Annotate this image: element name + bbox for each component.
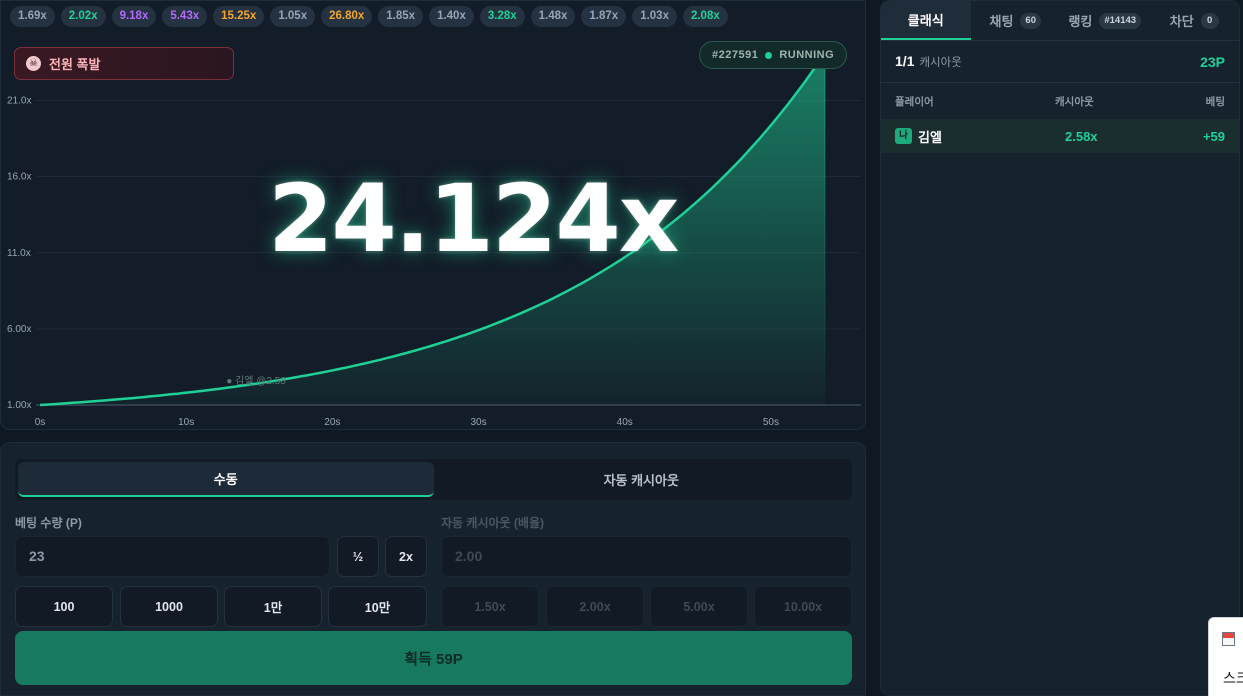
history-pill[interactable]: 1.05x	[270, 6, 316, 27]
history-pill[interactable]: 2.02x	[60, 6, 106, 27]
y-tick-label: 1.00x	[7, 400, 31, 411]
auto-cashout-input[interactable]: 2.00	[441, 536, 852, 577]
tab-classic[interactable]: 클래식	[881, 1, 971, 40]
col-cashout: 캐시아웃	[1055, 95, 1094, 108]
running-dot-icon	[765, 51, 773, 59]
history-pill[interactable]: 2.08x	[682, 6, 728, 27]
side-panel: 클래식 채팅 60 랭킹 #14143 차단 0 1/1 캐시아웃 23P 플레이…	[880, 0, 1240, 696]
round-status: RUNNING	[779, 49, 835, 61]
tab-ranking-label: 랭킹	[1068, 14, 1093, 29]
cashout-summary: 1/1 캐시아웃 23P	[881, 41, 1239, 83]
auto-preset-2-button[interactable]: 2.00x	[546, 586, 644, 627]
x-tick-label: 0s	[35, 417, 46, 428]
y-tick-label: 16.0x	[7, 172, 31, 183]
summary-left: 1/1 캐시아웃	[895, 53, 962, 70]
me-tag: 나	[895, 128, 912, 144]
crash-status-badge: ☠ 전원 폭발	[14, 47, 234, 80]
y-tick-label: 11.0x	[7, 248, 31, 259]
preset-100k-button[interactable]: 10만	[328, 586, 427, 627]
summary-label: 캐시아웃	[919, 57, 962, 69]
history-pill[interactable]: 9.18x	[111, 6, 157, 27]
player-cell: 나 김엘	[895, 127, 1055, 146]
preset-10k-button[interactable]: 1만	[224, 586, 322, 627]
ranking-badge: #14143	[1099, 12, 1142, 29]
x-tick-label: 20s	[324, 417, 340, 428]
x-tick-label: 40s	[617, 417, 633, 428]
history-pill[interactable]: 1.40x	[429, 6, 474, 27]
table-header: 플레이어 캐시아웃 베팅	[881, 83, 1239, 119]
x-tick-label: 50s	[763, 417, 779, 428]
y-tick-label: 6.00x	[7, 324, 31, 335]
preset-100-button[interactable]: 100	[15, 586, 113, 627]
cashout-marker: ● 김엘 @2.58	[226, 374, 286, 387]
history-pill[interactable]: 26.80x	[321, 6, 373, 27]
bet-amount-input[interactable]: 23	[15, 536, 330, 577]
game-panel: 1.00x 6.00x 11.0x 16.0x 21.0x 0s 10s 20s 30s 40s…	[0, 0, 866, 430]
player-name: 김엘	[918, 129, 942, 145]
preset-1000-button[interactable]: 1000	[120, 586, 218, 627]
table-row: 나 김엘 2.58x +59	[881, 119, 1239, 153]
bet-mode-tabs: 수동 자동 캐시아웃	[15, 459, 852, 500]
popup-text: 스크	[1223, 670, 1243, 686]
chat-count-badge: 60	[1020, 12, 1041, 29]
auto-preset-1.5-button[interactable]: 1.50x	[441, 586, 539, 627]
y-tick-label: 21.0x	[7, 96, 31, 107]
curve-tail-glow	[824, 53, 826, 405]
skull-icon: ☠	[26, 56, 41, 71]
bet-amount-label: 베팅 수량 (P)	[15, 516, 82, 530]
notification-popup[interactable]: 스크	[1208, 617, 1243, 696]
tab-manual[interactable]: 수동	[18, 462, 434, 497]
bet-panel: 수동 자동 캐시아웃 베팅 수량 (P) 23 ½ 2x 100 1000 1만…	[0, 442, 866, 696]
half-bet-button[interactable]: ½	[337, 536, 379, 577]
history-pill[interactable]: 5.43x	[162, 6, 208, 27]
side-tabs: 클래식 채팅 60 랭킹 #14143 차단 0	[881, 1, 1239, 41]
history-pill[interactable]: 1.87x	[581, 6, 627, 27]
col-bet: 베팅	[1205, 95, 1225, 108]
tab-auto-cashout[interactable]: 자동 캐시아웃	[434, 462, 850, 497]
tab-classic-label: 클래식	[907, 13, 944, 28]
bet-cell: +59	[1202, 128, 1225, 144]
round-id: #227591	[712, 49, 759, 61]
history-pill[interactable]: 1.69x	[10, 6, 55, 27]
block-count-badge: 0	[1200, 12, 1219, 29]
tab-block[interactable]: 차단 0	[1150, 1, 1240, 40]
cashout-cell: 2.58x	[1065, 128, 1098, 144]
summary-count: 1/1	[895, 53, 915, 69]
auto-preset-10-button[interactable]: 10.00x	[754, 586, 852, 627]
tab-chat[interactable]: 채팅 60	[971, 1, 1061, 40]
auto-preset-5-button[interactable]: 5.00x	[650, 586, 748, 627]
history-pill[interactable]: 1.85x	[378, 6, 424, 27]
history-pill[interactable]: 1.48x	[530, 6, 576, 27]
x-tick-label: 10s	[178, 417, 194, 428]
crash-status-text: 전원 폭발	[49, 57, 101, 72]
round-status-badge: #227591 RUNNING	[699, 41, 848, 69]
history-pill[interactable]: 15.25x	[213, 6, 265, 27]
tab-ranking[interactable]: 랭킹 #14143	[1060, 1, 1150, 40]
history-pill[interactable]: 1.03x	[632, 6, 677, 27]
current-multiplier: 24.124x	[268, 165, 679, 274]
history-pill[interactable]: 3.28x	[479, 6, 525, 27]
tab-block-label: 차단	[1169, 14, 1194, 29]
cashout-button[interactable]: 획득 59P	[15, 631, 852, 685]
history-bar: 1.69x 2.02x 9.18x 5.43x 15.25x 1.05x 26.80x 1.8…	[10, 6, 728, 27]
app-icon	[1222, 632, 1235, 646]
tab-chat-label: 채팅	[989, 14, 1014, 29]
col-player: 플레이어	[895, 95, 934, 108]
auto-cashout-label: 자동 캐시아웃 (배율)	[441, 516, 544, 530]
double-bet-button[interactable]: 2x	[385, 536, 427, 577]
summary-total: 23P	[1200, 53, 1225, 70]
x-tick-label: 30s	[470, 417, 486, 428]
